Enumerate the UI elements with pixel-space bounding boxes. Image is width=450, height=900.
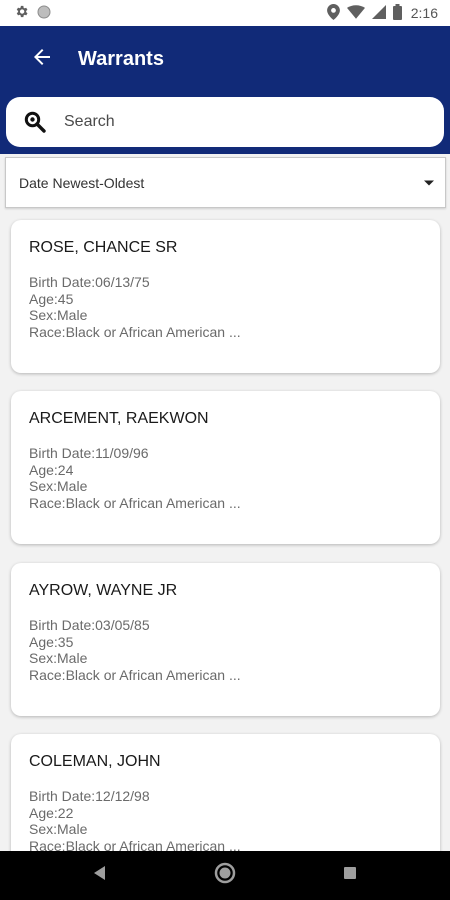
signal-icon xyxy=(371,4,386,22)
warrant-race: Race:Black or African American ... xyxy=(29,494,241,511)
warrant-sex: Sex:Male xyxy=(29,821,88,837)
warrant-name: COLEMAN, JOHN xyxy=(29,753,161,770)
circle-icon xyxy=(37,5,51,22)
status-bar: 2:16 xyxy=(0,0,450,26)
location-icon xyxy=(326,3,340,23)
arrow-back-icon xyxy=(30,45,54,74)
gear-icon xyxy=(14,4,29,22)
nav-home-icon xyxy=(214,862,236,889)
warrant-race: Race:Black or African American ... xyxy=(29,666,241,683)
sort-selected-value: Date Newest-Oldest xyxy=(19,174,145,191)
warrant-age: Age:22 xyxy=(29,804,74,821)
warrant-birth-date: Birth Date:11/09/96 xyxy=(29,445,149,461)
navigation-bar xyxy=(0,851,450,900)
battery-icon xyxy=(392,3,402,23)
warrant-birth-date: Birth Date:03/05/85 xyxy=(29,617,150,633)
warrant-age: Age:35 xyxy=(29,633,74,650)
nav-back-icon xyxy=(93,865,107,886)
warrant-name: AYROW, WAYNE JR xyxy=(29,582,178,599)
status-left xyxy=(14,4,51,22)
sort-dropdown[interactable]: Date Newest-Oldest xyxy=(5,157,446,208)
nav-back-button[interactable] xyxy=(70,851,130,900)
warrant-card[interactable]: ROSE, CHANCE SR Birth Date:06/13/75 Age:… xyxy=(11,220,440,373)
status-right: 2:16 xyxy=(326,3,438,23)
warrant-sex: Sex:Male xyxy=(29,307,88,323)
search-icon xyxy=(20,107,50,137)
warrant-sex: Sex:Male xyxy=(29,650,88,666)
page-title: Warrants xyxy=(78,47,164,70)
warrant-name: ROSE, CHANCE SR xyxy=(29,239,178,256)
warrant-birth-date: Birth Date:06/13/75 xyxy=(29,274,150,290)
wifi-icon xyxy=(346,4,365,22)
status-time: 2:16 xyxy=(410,5,438,21)
nav-recents-button[interactable] xyxy=(320,851,380,900)
warrant-name: ARCEMENT, RAEKWON xyxy=(29,410,209,427)
warrant-details: Birth Date:03/05/85 Age:35 Sex:Male Race… xyxy=(29,617,241,683)
app-bar: Warrants xyxy=(0,26,450,154)
warrant-sex: Sex:Male xyxy=(29,478,88,494)
warrant-card[interactable]: AYROW, WAYNE JR Birth Date:03/05/85 Age:… xyxy=(11,563,440,716)
warrant-card[interactable]: ARCEMENT, RAEKWON Birth Date:11/09/96 Ag… xyxy=(11,391,440,544)
warrant-race: Race:Black or African American ... xyxy=(29,323,241,340)
search-bar[interactable] xyxy=(6,97,444,147)
warrant-age: Age:45 xyxy=(29,290,74,307)
app-title-row: Warrants xyxy=(0,26,450,92)
warrant-details: Birth Date:11/09/96 Age:24 Sex:Male Race… xyxy=(29,445,241,511)
warrant-age: Age:24 xyxy=(29,461,74,478)
warrant-details: Birth Date:06/13/75 Age:45 Sex:Male Race… xyxy=(29,274,241,340)
back-button[interactable] xyxy=(20,37,64,81)
dropdown-arrow-icon xyxy=(423,174,435,192)
search-input[interactable] xyxy=(64,113,404,131)
nav-recents-icon xyxy=(343,866,357,885)
warrant-details: Birth Date:12/12/98 Age:22 Sex:Male Race… xyxy=(29,788,241,854)
nav-home-button[interactable] xyxy=(195,851,255,900)
warrant-birth-date: Birth Date:12/12/98 xyxy=(29,788,150,804)
